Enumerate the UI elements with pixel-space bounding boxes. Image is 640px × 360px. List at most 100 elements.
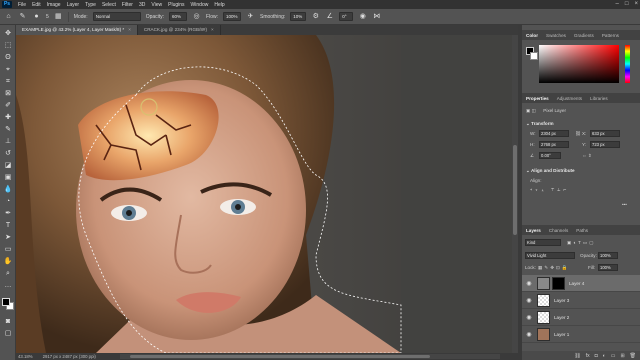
angle-field[interactable]: 0.00° [539, 152, 561, 159]
layer-row-layer-3[interactable]: ◉ Layer 3 [522, 292, 640, 309]
menu-select[interactable]: Select [99, 2, 119, 8]
vertical-scroll-thumb[interactable] [513, 145, 517, 235]
horizontal-scrollbar[interactable] [120, 354, 500, 359]
layer-filter-icons[interactable]: ▣◐T▭▢ [567, 240, 596, 246]
align-buttons-icon[interactable]: ⫞⫟⫠ ⊤⊥⊢ [530, 187, 569, 192]
smoothing-field[interactable]: 10% [290, 12, 307, 21]
zoom-tool-icon[interactable]: ⌕ [3, 269, 13, 278]
tab-properties[interactable]: Properties [526, 96, 549, 101]
tab-swatches[interactable]: Swatches [546, 33, 566, 38]
more-options-icon[interactable]: ••• [622, 202, 627, 207]
layer-row-layer-4[interactable]: ◉ Layer 4 [522, 275, 640, 292]
menu-view[interactable]: View [148, 2, 165, 8]
adjustment-layer-icon[interactable]: ◐ [603, 353, 606, 359]
maximize-icon[interactable]: □ [625, 1, 629, 7]
clone-stamp-tool-icon[interactable]: ⊥ [3, 137, 13, 146]
minimize-icon[interactable]: – [616, 1, 619, 7]
home-icon[interactable]: ⌂ [4, 12, 13, 21]
lock-icons[interactable]: ▦✎✥⊡🔒 [538, 265, 570, 271]
layer-opacity-field[interactable]: 100% [598, 252, 618, 259]
mode-select[interactable]: Normal [92, 12, 141, 21]
tab-paths[interactable]: Paths [576, 228, 588, 233]
layer-filter-kind[interactable]: Kind [525, 239, 561, 246]
canvas[interactable] [16, 35, 512, 353]
lasso-tool-icon[interactable]: ʘ [3, 53, 13, 62]
tab-adjustments[interactable]: Adjustments [557, 96, 582, 101]
menu-3d[interactable]: 3D [136, 2, 148, 8]
history-brush-tool-icon[interactable]: ↺ [3, 149, 13, 158]
pen-tool-icon[interactable]: ✒ [3, 209, 13, 218]
menu-edit[interactable]: Edit [29, 2, 44, 8]
zoom-level[interactable]: 43.18% [18, 354, 33, 359]
tab-color[interactable]: Color [526, 33, 538, 38]
width-field[interactable]: 2304 px [539, 130, 569, 137]
brush-preset-icon[interactable]: ● [32, 12, 41, 21]
frame-tool-icon[interactable]: ⊠ [3, 89, 13, 98]
visibility-eye-icon[interactable]: ◉ [525, 280, 533, 287]
screen-mode-icon[interactable]: ▢ [3, 329, 13, 338]
quick-mask-icon[interactable]: ◙ [3, 317, 13, 326]
color-field[interactable] [539, 45, 619, 83]
blur-tool-icon[interactable]: 💧 [3, 185, 13, 194]
fill-field[interactable]: 100% [598, 264, 618, 271]
menu-filter[interactable]: Filter [119, 2, 136, 8]
visibility-eye-icon[interactable]: ◉ [525, 331, 533, 338]
healing-brush-tool-icon[interactable]: ✚ [3, 113, 13, 122]
group-icon[interactable]: ▭ [611, 353, 616, 359]
panel-background-swatch[interactable] [530, 52, 538, 60]
eraser-tool-icon[interactable]: ◪ [3, 161, 13, 170]
brush-tool-icon[interactable]: ✎ [3, 125, 13, 134]
more-tools-icon[interactable]: … [3, 281, 13, 290]
menu-file[interactable]: File [15, 2, 29, 8]
symmetry-icon[interactable]: ⋈ [372, 12, 381, 21]
close-tab-icon[interactable]: × [128, 27, 131, 32]
menu-plugins[interactable]: Plugins [165, 2, 187, 8]
trash-icon[interactable]: 🗑 [630, 353, 636, 359]
flow-field[interactable]: 100% [222, 12, 241, 21]
opacity-field[interactable]: 60% [169, 12, 188, 21]
move-tool-icon[interactable]: ✥ [3, 29, 13, 38]
tab-libraries[interactable]: Libraries [590, 96, 608, 101]
menu-type[interactable]: Type [82, 2, 99, 8]
align-header[interactable]: ⌄ Align and Distribute [526, 168, 575, 174]
brush-size-value[interactable]: 5 [46, 14, 49, 20]
horizontal-scroll-thumb[interactable] [130, 355, 430, 358]
airbrush-icon[interactable]: ✈ [246, 12, 255, 21]
link-layers-icon[interactable]: ⛓ [574, 353, 580, 359]
add-mask-icon[interactable]: ◘ [595, 353, 598, 359]
tab-gradients[interactable]: Gradients [574, 33, 594, 38]
close-tab-icon[interactable]: × [211, 27, 214, 32]
foreground-color-swatch[interactable] [2, 298, 10, 306]
new-layer-icon[interactable]: ⊞ [620, 353, 624, 359]
hand-tool-icon[interactable]: ✋ [3, 257, 13, 266]
rectangle-tool-icon[interactable]: ▭ [3, 245, 13, 254]
type-tool-icon[interactable]: T [3, 221, 13, 230]
visibility-eye-icon[interactable]: ◉ [525, 314, 533, 321]
visibility-eye-icon[interactable]: ◉ [525, 297, 533, 304]
flip-icons[interactable]: ⇔ ⇕ [582, 153, 592, 159]
y-field[interactable]: 723 px [590, 141, 620, 148]
blend-mode-select[interactable]: Vivid Light [525, 252, 575, 259]
menu-image[interactable]: Image [44, 2, 64, 8]
tab-layers[interactable]: Layers [526, 228, 541, 233]
pressure-opacity-icon[interactable]: ◎ [192, 12, 201, 21]
gradient-tool-icon[interactable]: ▣ [3, 173, 13, 182]
document-info[interactable]: 2917 px x 2487 px (300 ppi) [43, 354, 96, 359]
dodge-tool-icon[interactable]: ◔ [3, 197, 13, 206]
x-field[interactable]: 633 px [590, 130, 620, 137]
menu-layer[interactable]: Layer [64, 2, 83, 8]
quick-selection-tool-icon[interactable]: ⌖ [3, 65, 13, 74]
eyedropper-tool-icon[interactable]: ✐ [3, 101, 13, 110]
pressure-size-icon[interactable]: ◉ [358, 12, 367, 21]
layer-row-layer-2[interactable]: ◉ Layer 2 [522, 309, 640, 326]
tab-patterns[interactable]: Patterns [602, 33, 619, 38]
menu-window[interactable]: Window [188, 2, 212, 8]
brush-tool-icon[interactable]: ✎ [18, 12, 27, 21]
hue-slider[interactable] [625, 45, 630, 83]
crop-tool-icon[interactable]: ⌗ [3, 77, 13, 86]
height-field[interactable]: 2768 px [539, 141, 569, 148]
close-icon[interactable]: × [634, 1, 638, 7]
brush-settings-icon[interactable]: ▦ [54, 12, 63, 21]
layer-mask-thumbnail[interactable] [552, 276, 565, 290]
link-icon[interactable]: ⛓ [575, 131, 581, 137]
